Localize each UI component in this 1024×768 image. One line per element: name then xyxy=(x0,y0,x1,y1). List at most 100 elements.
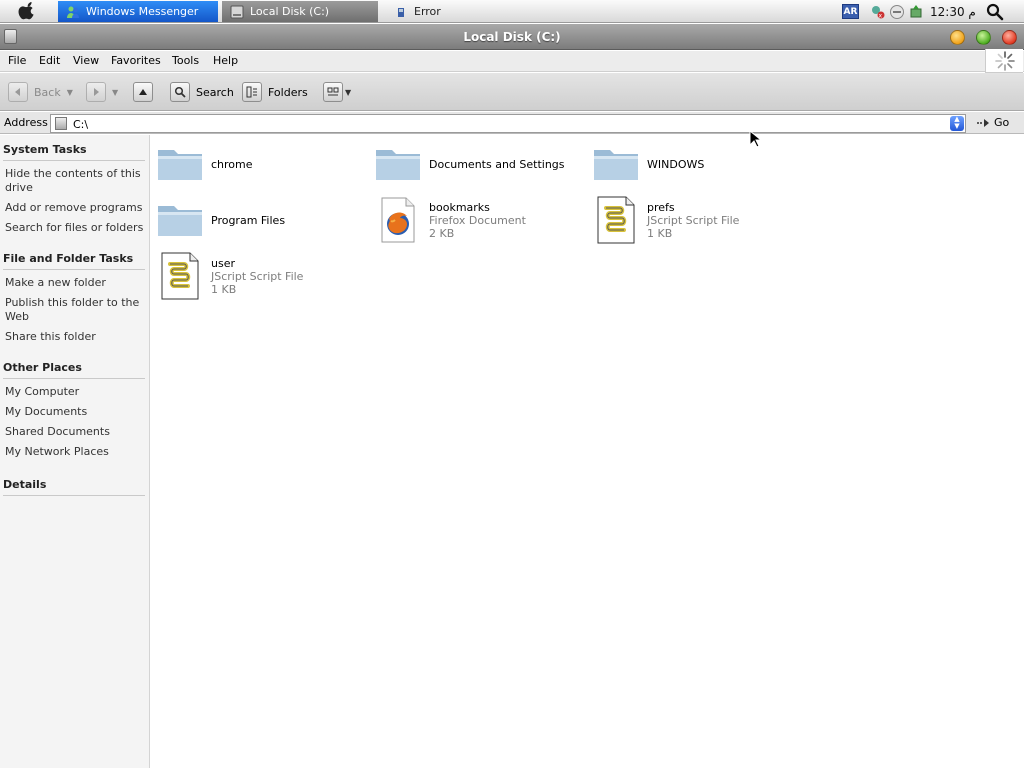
go-button[interactable]: Go xyxy=(976,116,1009,129)
place-link-my-documents[interactable]: My Documents xyxy=(5,405,145,419)
menu-edit[interactable]: Edit xyxy=(39,54,60,67)
file-size: 1 KB xyxy=(211,282,237,296)
back-label: Back xyxy=(34,85,61,99)
folder-icon xyxy=(155,139,205,189)
task-link-new-folder[interactable]: Make a new folder xyxy=(5,276,145,290)
file-name: prefs xyxy=(647,200,675,214)
task-link-search-files[interactable]: Search for files or folders xyxy=(5,221,145,235)
drive-icon xyxy=(230,5,244,18)
search-button[interactable]: Search xyxy=(170,81,234,103)
error-window-icon xyxy=(398,7,404,17)
menu-help[interactable]: Help xyxy=(213,54,238,67)
views-button[interactable]: ▼ xyxy=(323,81,351,103)
clock[interactable]: 12:30 م xyxy=(930,5,976,19)
task-link-publish-web[interactable]: Publish this folder to the Web xyxy=(5,296,145,324)
up-button[interactable] xyxy=(133,81,159,103)
file-item[interactable]: bookmarks Firefox Document 2 KB xyxy=(373,195,583,245)
details-heading[interactable]: Details xyxy=(3,478,145,496)
other-places-section: Other Places My Computer My Documents Sh… xyxy=(3,361,145,465)
input-language-badge[interactable]: AR xyxy=(842,4,859,19)
folders-label: Folders xyxy=(268,85,308,99)
folders-button[interactable]: Folders xyxy=(242,81,308,103)
forward-arrow-icon xyxy=(86,82,106,102)
file-item[interactable]: chrome xyxy=(155,139,365,189)
network-icon[interactable]: x xyxy=(870,4,886,20)
file-type: JScript Script File xyxy=(647,213,740,227)
safely-remove-icon[interactable] xyxy=(908,4,924,20)
throbber xyxy=(985,49,1023,73)
file-item[interactable]: user JScript Script File 1 KB xyxy=(155,251,365,301)
magnifier-icon xyxy=(170,82,190,102)
back-dropdown-icon[interactable]: ▼ xyxy=(67,88,73,97)
file-name: Documents and Settings xyxy=(429,157,565,171)
maximize-button[interactable] xyxy=(976,30,991,45)
place-link-shared-documents[interactable]: Shared Documents xyxy=(5,425,145,439)
menu-file[interactable]: File xyxy=(8,54,26,67)
search-icon[interactable] xyxy=(986,3,1004,21)
system-tasks-section: System Tasks Hide the contents of this d… xyxy=(3,143,145,241)
address-bar: Address C:\ ▲ ▼ Go xyxy=(0,112,1024,134)
menu-bar: File Edit View Favorites Tools Help xyxy=(0,51,1024,72)
place-link-my-network-places[interactable]: My Network Places xyxy=(5,445,145,459)
task-link-share-folder[interactable]: Share this folder xyxy=(5,330,145,344)
close-button[interactable] xyxy=(1002,30,1017,45)
file-size: 2 KB xyxy=(429,226,455,240)
menu-view[interactable]: View xyxy=(73,54,99,67)
task-link-add-remove-programs[interactable]: Add or remove programs xyxy=(5,201,145,215)
forward-dropdown-icon[interactable]: ▼ xyxy=(112,88,118,97)
file-size: 1 KB xyxy=(647,226,673,240)
other-places-heading[interactable]: Other Places xyxy=(3,361,145,379)
task-label: Error xyxy=(414,5,441,18)
task-local-disk[interactable]: Local Disk (C:) xyxy=(222,1,378,22)
task-windows-messenger[interactable]: Windows Messenger xyxy=(58,1,218,22)
place-link-my-computer[interactable]: My Computer xyxy=(5,385,145,399)
address-label: Address xyxy=(4,116,48,129)
minimize-button[interactable] xyxy=(950,30,965,45)
system-tray: x xyxy=(870,4,924,20)
views-dropdown-icon[interactable]: ▼ xyxy=(345,88,351,97)
system-tasks-heading[interactable]: System Tasks xyxy=(3,143,145,161)
back-arrow-icon xyxy=(8,82,28,102)
script-file-icon xyxy=(591,195,641,245)
search-label: Search xyxy=(196,85,234,99)
file-item[interactable]: Program Files xyxy=(155,195,365,245)
details-section: Details xyxy=(3,478,145,496)
menu-favorites[interactable]: Favorites xyxy=(111,54,161,67)
folder-icon xyxy=(155,195,205,245)
back-button[interactable]: Back ▼ xyxy=(8,81,73,103)
file-item[interactable]: Documents and Settings xyxy=(373,139,583,189)
task-label: Local Disk (C:) xyxy=(250,5,330,18)
forward-button[interactable]: ▼ xyxy=(86,81,118,103)
file-name: bookmarks xyxy=(429,200,490,214)
file-list: chrome Documents and Settings WINDOWS Pr… xyxy=(151,135,1024,768)
address-value: C:\ xyxy=(73,118,89,131)
menu-tools[interactable]: Tools xyxy=(172,54,199,67)
mouse-cursor-icon xyxy=(749,130,761,148)
file-name: Program Files xyxy=(211,213,286,227)
toolbar: Back ▼ ▼ Search Folders ▼ xyxy=(0,73,1024,111)
go-arrow-icon xyxy=(977,118,989,127)
task-label: Windows Messenger xyxy=(86,5,199,18)
apple-menu-icon[interactable] xyxy=(16,2,38,20)
svg-text:x: x xyxy=(879,13,883,20)
file-type: Firefox Document xyxy=(429,213,526,227)
go-label: Go xyxy=(994,116,1010,129)
messenger-status-icon[interactable] xyxy=(889,4,905,20)
file-item[interactable]: prefs JScript Script File 1 KB xyxy=(591,195,801,245)
task-link-hide-drive[interactable]: Hide the contents of this drive xyxy=(5,167,145,195)
up-arrow-icon xyxy=(133,82,153,102)
file-folder-tasks-heading[interactable]: File and Folder Tasks xyxy=(3,252,145,270)
drive-icon xyxy=(55,117,67,130)
window-title: Local Disk (C:) xyxy=(463,30,561,44)
task-error[interactable]: Error xyxy=(386,1,526,22)
file-type: JScript Script File xyxy=(211,269,304,283)
messenger-icon xyxy=(67,6,79,18)
file-item[interactable]: WINDOWS xyxy=(591,139,801,189)
file-name: user xyxy=(211,256,235,270)
folders-pane-icon xyxy=(242,82,262,102)
address-input[interactable]: C:\ ▲ ▼ xyxy=(50,114,966,133)
script-file-icon xyxy=(155,251,205,301)
window-titlebar[interactable]: Local Disk (C:) xyxy=(0,24,1024,50)
firefox-document-icon xyxy=(373,195,423,245)
address-dropdown-icon[interactable]: ▲ ▼ xyxy=(950,116,964,131)
